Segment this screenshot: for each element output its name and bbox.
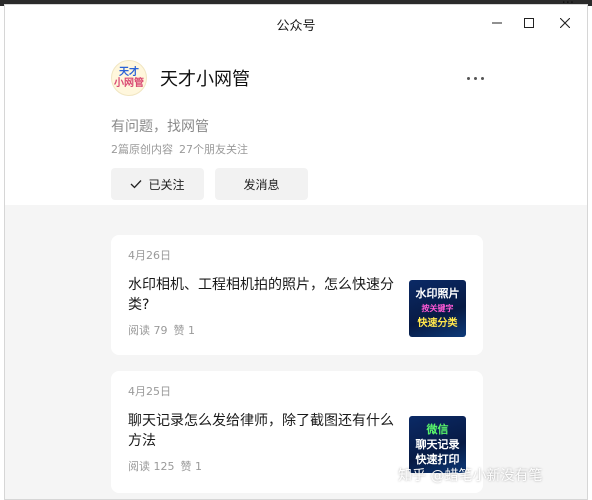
like-count: 赞 1: [173, 324, 196, 337]
send-message-button[interactable]: 发消息: [215, 168, 308, 200]
more-dots-icon: [473, 76, 477, 80]
thumbnail-text-line1: 微信: [426, 423, 449, 436]
article-feed: 4月26日 水印相机、工程相机拍的照片，怎么快速分类? 阅读 79 赞 1 水印照…: [5, 205, 587, 499]
account-actions: 已关注 发消息: [111, 168, 308, 200]
avatar-text-line2: 小网管: [114, 78, 144, 89]
article-thumbnail[interactable]: 水印照片 按关键字 快速分类: [409, 280, 466, 337]
maximize-button[interactable]: [515, 9, 543, 37]
account-name: 天才小网管: [160, 69, 250, 90]
article-title[interactable]: 水印相机、工程相机拍的照片，怎么快速分类?: [128, 275, 398, 315]
original-count: 2篇原创内容: [111, 143, 173, 156]
close-button[interactable]: [551, 9, 579, 37]
friends-following: 27个朋友关注: [179, 143, 248, 156]
thumbnail-text-line1: 水印照片: [415, 287, 460, 300]
article-date: 4月26日: [128, 249, 171, 262]
article-title[interactable]: 聊天记录怎么发给律师，除了截图还有什么方法: [128, 411, 398, 451]
article-meta: 阅读 125 赞 1: [128, 458, 202, 474]
send-message-label: 发消息: [243, 177, 280, 192]
thumbnail-text-line2: 聊天记录: [415, 438, 460, 451]
account-stats: 2篇原创内容 27个朋友关注: [111, 141, 248, 157]
account-header: 天才 小网管 天才小网管: [111, 60, 491, 96]
avatar[interactable]: 天才 小网管: [111, 60, 147, 96]
more-dots-icon: [466, 76, 470, 80]
watermark: 知乎 @蜡笔小新没有笔: [398, 468, 543, 484]
minimize-icon: [492, 22, 502, 24]
more-dots-icon: [480, 76, 484, 80]
checkmark-icon: [131, 180, 142, 189]
close-icon: [560, 18, 570, 28]
article-card[interactable]: 4月26日 水印相机、工程相机拍的照片，怎么快速分类? 阅读 79 赞 1 水印照…: [111, 235, 483, 355]
title-bar: 公众号: [5, 5, 587, 41]
followed-button[interactable]: 已关注: [111, 168, 204, 200]
thumbnail-text-line2: 按关键字: [421, 304, 454, 313]
avatar-text-line1: 天才: [119, 67, 139, 78]
read-count: 阅读 125: [128, 460, 175, 473]
official-account-window: 公众号 天才 小网管 天才小网管 有问题，找网管 2篇原创内容 27个朋友关注 已…: [4, 4, 588, 500]
read-count: 阅读 79: [128, 324, 168, 337]
followed-label: 已关注: [148, 177, 185, 192]
account-intro: 有问题，找网管: [111, 119, 209, 135]
more-options-button[interactable]: [461, 64, 489, 92]
minimize-button[interactable]: [483, 9, 511, 37]
article-date: 4月25日: [128, 385, 171, 398]
maximize-icon: [524, 18, 534, 28]
like-count: 赞 1: [180, 460, 203, 473]
thumbnail-text-line3: 快速分类: [417, 318, 458, 329]
article-meta: 阅读 79 赞 1: [128, 322, 195, 338]
